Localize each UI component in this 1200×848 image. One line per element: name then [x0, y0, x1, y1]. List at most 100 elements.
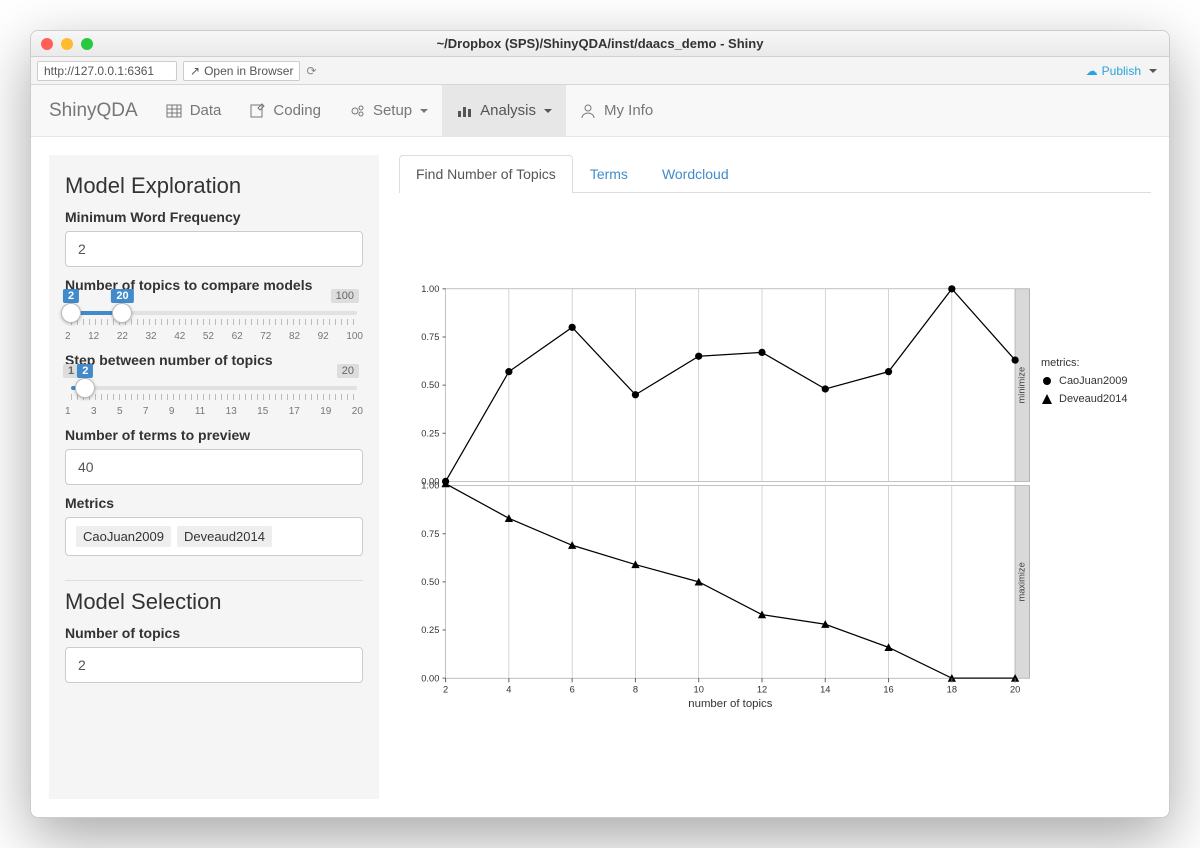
nav-coding-label: Coding [273, 102, 321, 119]
titlebar: ~/Dropbox (SPS)/ShinyQDA/inst/daacs_demo… [31, 31, 1169, 57]
svg-text:4: 4 [506, 685, 511, 695]
step-slider[interactable]: 1 2 20 13579111315171920 [65, 386, 363, 417]
circle-icon [1041, 375, 1053, 387]
ntopics-ticks: 2122232425262728292100 [65, 331, 363, 342]
close-window-button[interactable] [41, 38, 53, 50]
svg-text:0.00: 0.00 [421, 673, 439, 683]
svg-text:0.50: 0.50 [421, 577, 439, 587]
metrics-label: Metrics [65, 495, 363, 511]
publish-button[interactable]: ☁ Publish [1080, 62, 1163, 80]
open-browser-label: Open in Browser [204, 64, 293, 78]
content: Model Exploration Minimum Word Frequency… [31, 137, 1169, 817]
legend-item: CaoJuan2009 [1041, 375, 1151, 387]
chevron-down-icon [420, 109, 428, 113]
reload-icon[interactable]: ⟳ [306, 64, 316, 78]
minimize-window-button[interactable] [61, 38, 73, 50]
url-display: http://127.0.0.1:6361 [37, 61, 177, 81]
svg-text:6: 6 [570, 685, 575, 695]
sidebar-panel: Model Exploration Minimum Word Frequency… [49, 155, 379, 799]
gears-icon [349, 103, 365, 119]
nterms-input[interactable] [65, 449, 363, 485]
slider-val-tip: 20 [111, 289, 133, 303]
svg-text:1.00: 1.00 [421, 481, 439, 491]
nav-myinfo-label: My Info [604, 102, 653, 119]
slider-min-tip: 2 [63, 289, 79, 303]
nav-analysis[interactable]: Analysis [442, 85, 566, 136]
table-icon [166, 103, 182, 119]
triangle-icon [1041, 393, 1053, 405]
legend-label: CaoJuan2009 [1059, 375, 1128, 387]
nav-setup-label: Setup [373, 102, 412, 119]
svg-text:0.25: 0.25 [421, 428, 439, 438]
plot-area: minimize0.000.250.500.751.00maximize0.00… [399, 193, 1151, 799]
legend-title: metrics: [1041, 357, 1151, 369]
section-model-exploration: Model Exploration [65, 173, 363, 199]
main-panel: Find Number of Topics Terms Wordcloud mi… [399, 155, 1151, 799]
tabset: Find Number of Topics Terms Wordcloud [399, 155, 1151, 193]
step-ticks: 13579111315171920 [65, 406, 363, 417]
ntopics-slider[interactable]: 2 20 100 2122232425262728292100 [65, 311, 363, 342]
metric-tag[interactable]: Deveaud2014 [177, 526, 272, 547]
tab-find-topics[interactable]: Find Number of Topics [399, 155, 573, 193]
topics-chart: minimize0.000.250.500.751.00maximize0.00… [399, 197, 1041, 799]
metrics-select[interactable]: CaoJuan2009 Deveaud2014 [65, 517, 363, 556]
legend-label: Deveaud2014 [1059, 393, 1128, 405]
user-icon [580, 103, 596, 119]
slider-handle-min[interactable] [61, 303, 81, 323]
divider [65, 580, 363, 581]
tab-wordcloud[interactable]: Wordcloud [645, 155, 746, 192]
ntopics2-input[interactable] [65, 647, 363, 683]
svg-text:2: 2 [443, 685, 448, 695]
min-word-freq-input[interactable] [65, 231, 363, 267]
slider-handle-max[interactable] [112, 303, 132, 323]
external-icon: ↗ [190, 64, 200, 78]
browser-toolbar: http://127.0.0.1:6361 ↗ Open in Browser … [31, 57, 1169, 85]
svg-text:18: 18 [947, 685, 957, 695]
maximize-window-button[interactable] [81, 38, 93, 50]
section-model-selection: Model Selection [65, 589, 363, 615]
traffic-lights [41, 38, 93, 50]
svg-text:minimize: minimize [1016, 367, 1026, 404]
chevron-down-icon [544, 109, 552, 113]
svg-text:10: 10 [694, 685, 704, 695]
edit-icon [249, 103, 265, 119]
slider-max-tip: 100 [331, 289, 359, 303]
navbar: ShinyQDA Data Coding Setup Analysis My I… [31, 85, 1169, 137]
svg-text:number of topics: number of topics [688, 698, 772, 710]
metric-tag[interactable]: CaoJuan2009 [76, 526, 171, 547]
nav-analysis-label: Analysis [480, 102, 536, 119]
ntopics-compare-label: Number of topics to compare models [65, 277, 363, 293]
svg-text:0.75: 0.75 [421, 529, 439, 539]
barchart-icon [456, 103, 472, 119]
window-title: ~/Dropbox (SPS)/ShinyQDA/inst/daacs_demo… [31, 36, 1169, 51]
nav-coding[interactable]: Coding [235, 85, 335, 136]
ntopics2-label: Number of topics [65, 625, 363, 641]
nterms-label: Number of terms to preview [65, 427, 363, 443]
app-brand: ShinyQDA [43, 85, 152, 136]
step-label: Step between number of topics [65, 352, 363, 368]
svg-text:maximize: maximize [1016, 562, 1026, 601]
svg-text:0.75: 0.75 [421, 332, 439, 342]
chart-legend: metrics: CaoJuan2009 Deveaud2014 [1041, 197, 1151, 799]
chevron-down-icon [1149, 69, 1157, 73]
nav-data-label: Data [190, 102, 222, 119]
nav-myinfo[interactable]: My Info [566, 85, 667, 136]
cloud-icon: ☁ [1086, 64, 1098, 78]
legend-item: Deveaud2014 [1041, 393, 1151, 405]
svg-text:0.25: 0.25 [421, 625, 439, 635]
publish-label: Publish [1102, 64, 1141, 78]
nav-setup[interactable]: Setup [335, 85, 442, 136]
nav-data[interactable]: Data [152, 85, 236, 136]
slider-step-max: 20 [337, 364, 359, 378]
slider-step-handle[interactable] [75, 378, 95, 398]
svg-text:0.50: 0.50 [421, 380, 439, 390]
svg-text:12: 12 [757, 685, 767, 695]
svg-text:14: 14 [820, 685, 830, 695]
svg-text:16: 16 [883, 685, 893, 695]
svg-text:1.00: 1.00 [421, 284, 439, 294]
svg-text:8: 8 [633, 685, 638, 695]
app-window: ~/Dropbox (SPS)/ShinyQDA/inst/daacs_demo… [30, 30, 1170, 818]
open-browser-button[interactable]: ↗ Open in Browser [183, 61, 300, 81]
tab-terms[interactable]: Terms [573, 155, 645, 192]
min-word-freq-label: Minimum Word Frequency [65, 209, 363, 225]
